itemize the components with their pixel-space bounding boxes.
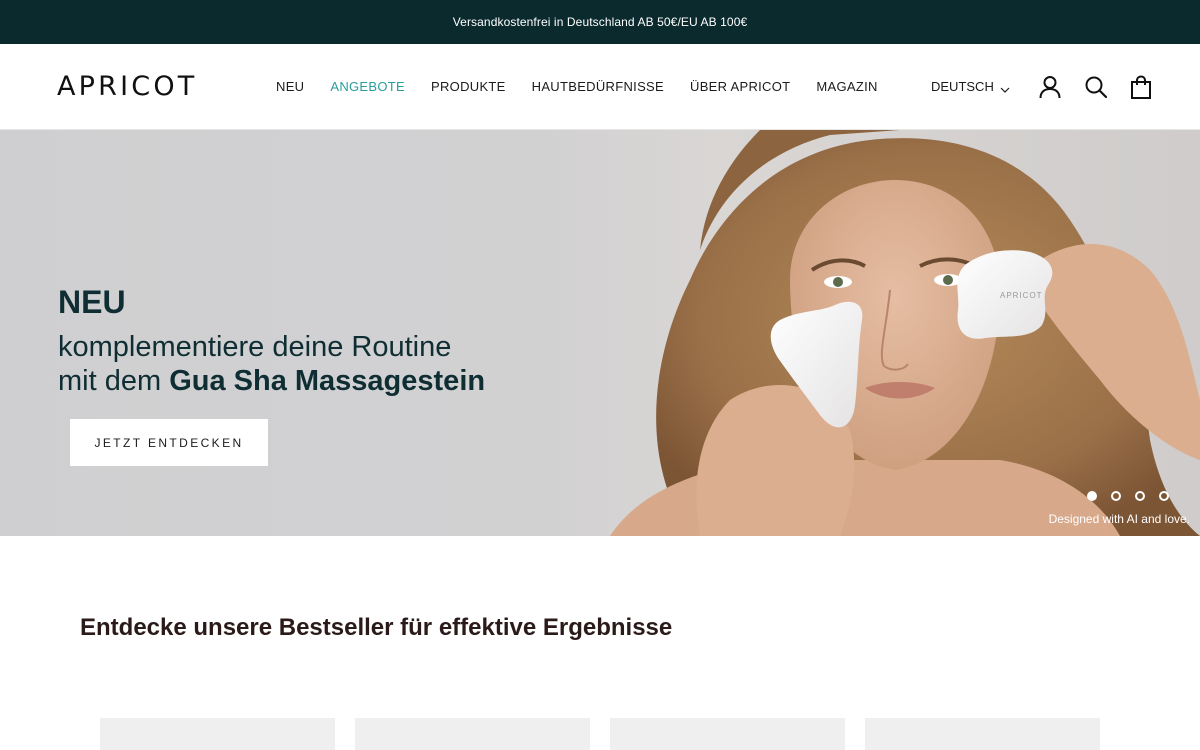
nav-item-angebote[interactable]: ANGEBOTE (330, 78, 405, 96)
nav-item-neu[interactable]: NEU (276, 78, 304, 96)
chevron-down-icon (1000, 82, 1010, 93)
slider-dots (1087, 491, 1183, 501)
bestsellers-title: Entdecke unsere Bestseller für effektive… (80, 614, 673, 641)
hero-line2-prefix: mit dem (58, 365, 170, 397)
product-grid (100, 718, 1120, 750)
nav-item-magazin[interactable]: MAGAZIN (816, 78, 877, 96)
hero-eyebrow: NEU (58, 284, 126, 320)
hero-caption: Designed with AI and love. (1048, 512, 1190, 526)
account-icon[interactable] (1037, 74, 1063, 100)
nav-item-hautbeduerfnisse[interactable]: HAUTBEDÜRFNISSE (532, 78, 664, 96)
product-card[interactable] (355, 718, 590, 750)
stone-brand-label: APRICOT (1000, 291, 1043, 300)
main-nav: NEU ANGEBOTE PRODUKTE HAUTBEDÜRFNISSE ÜB… (276, 78, 904, 96)
product-card[interactable] (865, 718, 1100, 750)
hero-headline-line2: mit dem Gua Sha Massagestein (58, 364, 485, 398)
language-label: DEUTSCH (931, 79, 994, 94)
nav-item-produkte[interactable]: PRODUKTE (431, 78, 506, 96)
announcement-text: Versandkostenfrei in Deutschland AB 50€/… (452, 15, 748, 29)
language-selector[interactable]: DEUTSCH (931, 78, 1010, 96)
slide-dot-2[interactable] (1111, 491, 1121, 501)
slide-dot-1[interactable] (1087, 491, 1097, 501)
logo[interactable]: APRICOT (57, 71, 197, 103)
announcement-bar: Versandkostenfrei in Deutschland AB 50€/… (0, 0, 1200, 44)
bag-icon[interactable] (1128, 74, 1154, 100)
hero-banner[interactable]: APRICOT NEU komplementiere deine Routine… (0, 130, 1200, 536)
site-header: APRICOT NEU ANGEBOTE PRODUKTE HAUTBEDÜRF… (0, 44, 1200, 130)
product-card[interactable] (100, 718, 335, 750)
product-card[interactable] (610, 718, 845, 750)
search-icon[interactable] (1083, 74, 1109, 100)
slide-dot-4[interactable] (1159, 491, 1169, 501)
hero-headline-line1: komplementiere deine Routine (58, 331, 452, 363)
nav-item-ueber-apricot[interactable]: ÜBER APRICOT (690, 78, 790, 96)
slide-dot-3[interactable] (1135, 491, 1145, 501)
discover-button[interactable]: JETZT ENTDECKEN (70, 419, 268, 466)
hero-line2-bold: Gua Sha Massagestein (169, 365, 486, 397)
